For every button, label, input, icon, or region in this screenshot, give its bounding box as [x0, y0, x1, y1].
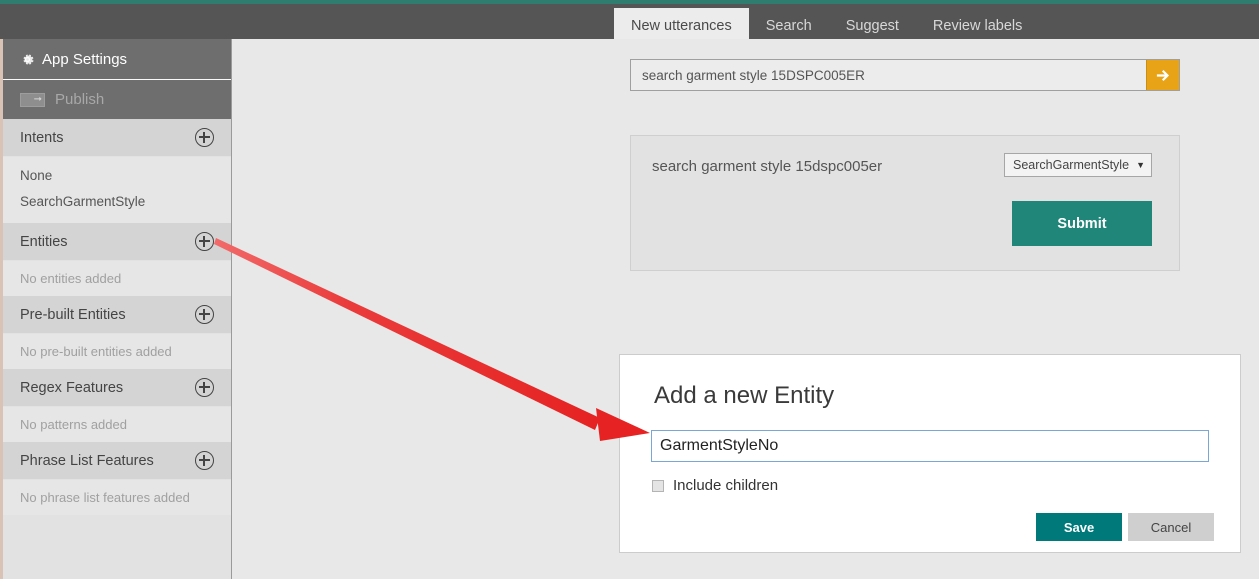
sidebar-section-entities-label: Entities: [20, 233, 68, 250]
entities-empty-text: No entities added: [3, 261, 231, 296]
tab-suggest[interactable]: Suggest: [829, 8, 916, 43]
entity-name-input[interactable]: [651, 430, 1209, 462]
utterance-panel: search garment style 15dspc005er SearchG…: [630, 135, 1180, 271]
sidebar-section-prebuilt-entities[interactable]: Pre-built Entities: [3, 296, 231, 334]
list-item[interactable]: None: [3, 163, 231, 189]
chevron-down-icon: ▼: [1136, 160, 1145, 170]
sidebar-section-intents-label: Intents: [20, 129, 64, 146]
gear-icon: [20, 52, 35, 67]
sidebar-item-publish[interactable]: ➞ Publish: [3, 80, 231, 119]
submit-button[interactable]: Submit: [1012, 201, 1152, 246]
sidebar-section-intents[interactable]: Intents: [3, 119, 231, 157]
include-children-label: Include children: [673, 477, 779, 494]
search-submit-button[interactable]: [1146, 60, 1179, 90]
main-content: search garment style 15dspc005er Search G…: [232, 39, 1259, 579]
publish-icon: ➞: [20, 92, 45, 107]
tab-bar: New utterances Search Suggest Review lab…: [614, 8, 1039, 43]
sidebar-section-phrase-list-features[interactable]: Phrase List Features: [3, 442, 231, 480]
sidebar: luis test demo App Settings ➞ Publish In…: [0, 0, 232, 579]
regex-features-empty-text: No patterns added: [3, 407, 231, 442]
sidebar-section-regex-features[interactable]: Regex Features: [3, 369, 231, 407]
dialog-title: Add a new Entity: [654, 382, 835, 409]
search-input[interactable]: [631, 60, 1146, 90]
phrase-list-features-empty-text: No phrase list features added: [3, 480, 231, 515]
intent-select[interactable]: SearchGarmentStyle ▼: [1004, 153, 1152, 177]
publish-label: Publish: [55, 91, 105, 108]
checkbox-box-icon: [652, 479, 664, 492]
include-children-checkbox[interactable]: Include children: [652, 477, 778, 494]
sidebar-section-entities[interactable]: Entities: [3, 223, 231, 261]
tab-search[interactable]: Search: [749, 8, 829, 43]
utterance-text[interactable]: search garment style 15dspc005er: [652, 158, 882, 175]
cancel-button[interactable]: Cancel: [1128, 513, 1214, 541]
search-bar: [630, 59, 1180, 91]
prebuilt-entities-empty-text: No pre-built entities added: [3, 334, 231, 369]
add-entity-dialog: Add a new Entity Include children Save C…: [619, 354, 1241, 553]
top-bar: New utterances Search Suggest Review lab…: [0, 0, 1259, 43]
intents-list: None SearchGarmentStyle: [3, 157, 231, 223]
sidebar-item-app-settings[interactable]: App Settings: [3, 39, 231, 80]
plus-circle-icon[interactable]: [195, 128, 214, 147]
intent-select-value: SearchGarmentStyle: [1013, 158, 1130, 172]
plus-circle-icon[interactable]: [195, 378, 214, 397]
app-settings-label: App Settings: [42, 50, 128, 68]
entities-add-button[interactable]: [195, 232, 214, 251]
arrow-right-icon: [1155, 67, 1172, 84]
tab-new-utterances[interactable]: New utterances: [614, 8, 749, 43]
sidebar-section-phrase-list-features-label: Phrase List Features: [20, 452, 154, 469]
save-button[interactable]: Save: [1036, 513, 1122, 541]
plus-circle-icon[interactable]: [195, 451, 214, 470]
plus-circle-icon[interactable]: [195, 305, 214, 324]
tab-review-labels[interactable]: Review labels: [916, 8, 1039, 43]
list-item[interactable]: SearchGarmentStyle: [3, 189, 231, 215]
sidebar-section-prebuilt-entities-label: Pre-built Entities: [20, 306, 126, 323]
sidebar-section-regex-features-label: Regex Features: [20, 379, 124, 396]
